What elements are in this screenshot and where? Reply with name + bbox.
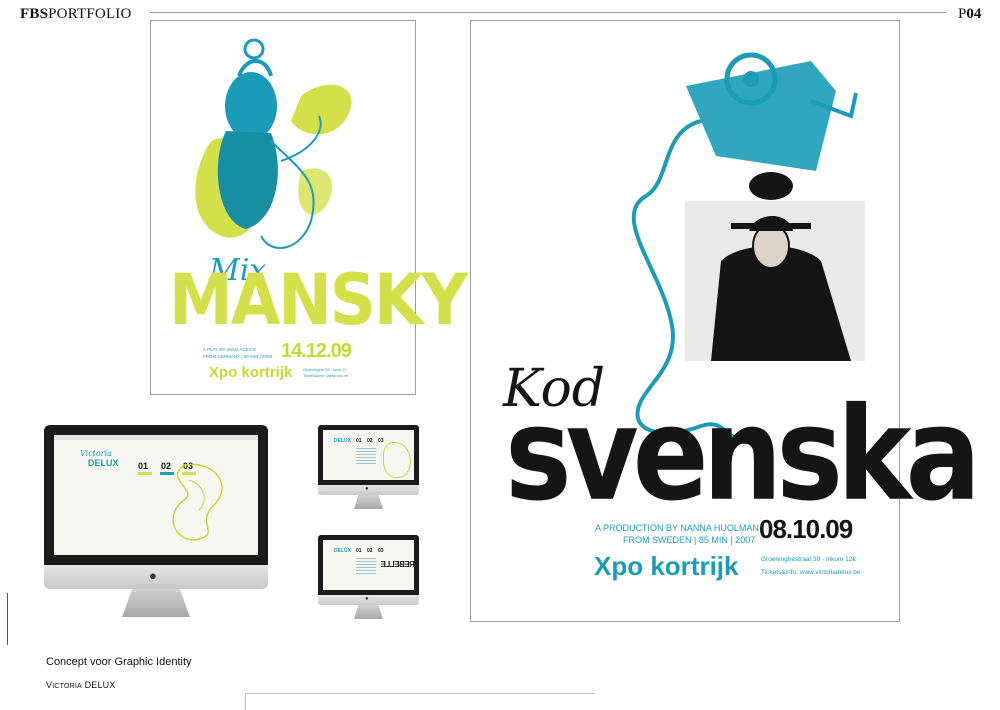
- screen-logo-script: Victoria: [80, 449, 112, 458]
- monitor-small-2: DELUX 01 02 03 REBELLE ●: [318, 535, 419, 623]
- poster-mix-credit-1: A PLAY BY ANNA ACEICE: [203, 347, 257, 352]
- poster-mix-info-1: Groeninghe 39 - toon 12: [303, 367, 347, 372]
- brand-rest: PORTFOLIO: [48, 6, 132, 22]
- poster-svenska-info-1: Groeninghestraat 39 - inkom 12€: [761, 556, 857, 563]
- screen-menubar: [54, 435, 258, 440]
- apple-icon: ●: [365, 486, 369, 492]
- screen-logo: DELUX: [334, 438, 351, 444]
- poster-mix-title: MANSKY: [169, 260, 468, 342]
- page-number: P04: [958, 6, 982, 22]
- screen-nav-2: 02: [367, 438, 373, 444]
- screen-text-block: [356, 448, 376, 466]
- poster-mix-date: 14.12.09: [281, 340, 352, 362]
- screen-logo: DELUX: [88, 458, 119, 468]
- poster-kod-svenska: Kod svenska A PRODUCTION BY NANNA HUOLMA…: [470, 20, 981, 622]
- monitor-screen: DELUX 01 02 03 REBELLE: [323, 540, 415, 590]
- screen-text-block: [356, 558, 376, 576]
- footer-rule-vertical: [245, 693, 246, 710]
- monitor-stand: [122, 589, 190, 617]
- poster-svenska-venue: Xpo kortrijk: [594, 551, 739, 581]
- monitor-large: Victoria DELUX 01 02 03 ●: [44, 425, 268, 620]
- screen-nav-3: 03: [378, 438, 384, 444]
- brand-label: FBSPORTFOLIO: [20, 6, 132, 23]
- screen-nav-1: 01: [356, 438, 362, 444]
- poster-mix-venue: Xpo kortrijk: [209, 364, 293, 381]
- poster-illustration: [195, 38, 352, 249]
- monitor-screen: DELUX 01 02 03: [323, 430, 414, 480]
- apple-icon: ●: [149, 568, 157, 583]
- poster-svenska-date: 08.10.09: [759, 514, 853, 544]
- poster-mix-credit-2: FROM GERMANY | 90 MIN | 2009: [203, 354, 273, 359]
- screen-illustration: [172, 463, 223, 541]
- poster-svenska-info-2: Tickets&info: www.victoriadelux.be: [761, 569, 861, 576]
- margin-mark: [7, 593, 8, 645]
- brand-bold: FBS: [20, 6, 49, 22]
- caption-title: Concept voor Graphic Identity: [46, 656, 192, 668]
- screen-nav-1: 01: [356, 548, 362, 554]
- poster-svenska-credit-1: A PRODUCTION BY NANNA HUOLMAN: [595, 523, 759, 533]
- apple-icon: ●: [365, 596, 369, 602]
- monitor-screen: Victoria DELUX 01 02 03: [54, 435, 258, 555]
- screen-illustration: [383, 442, 411, 478]
- poster-mix-mansky: Mix MANSKY A PLAY BY ANNA ACEICE FROM GE…: [150, 20, 468, 395]
- poster-svenska-title: svenska: [505, 380, 981, 530]
- poster-mix-info-2: Tickets&info: www.vict.be: [303, 373, 348, 378]
- screen-nav-2: 02: [367, 548, 373, 554]
- monitor-stand: [354, 605, 383, 619]
- screen-nav-1: 01: [138, 461, 149, 471]
- monitor-stand: [354, 495, 383, 509]
- screen-logo: DELUX: [334, 548, 351, 554]
- screen-banner: REBELLE: [381, 560, 415, 569]
- monitor-small-1: DELUX 01 02 03 ●: [318, 425, 419, 513]
- poster-svenska-credit-2: FROM SWEDEN | 85 MIN | 2007: [623, 535, 756, 545]
- header-rule: [150, 12, 946, 13]
- screen-nav-3: 03: [378, 548, 384, 554]
- caption-client: Victoria DELUX: [46, 680, 116, 690]
- footer-rule: [245, 693, 595, 694]
